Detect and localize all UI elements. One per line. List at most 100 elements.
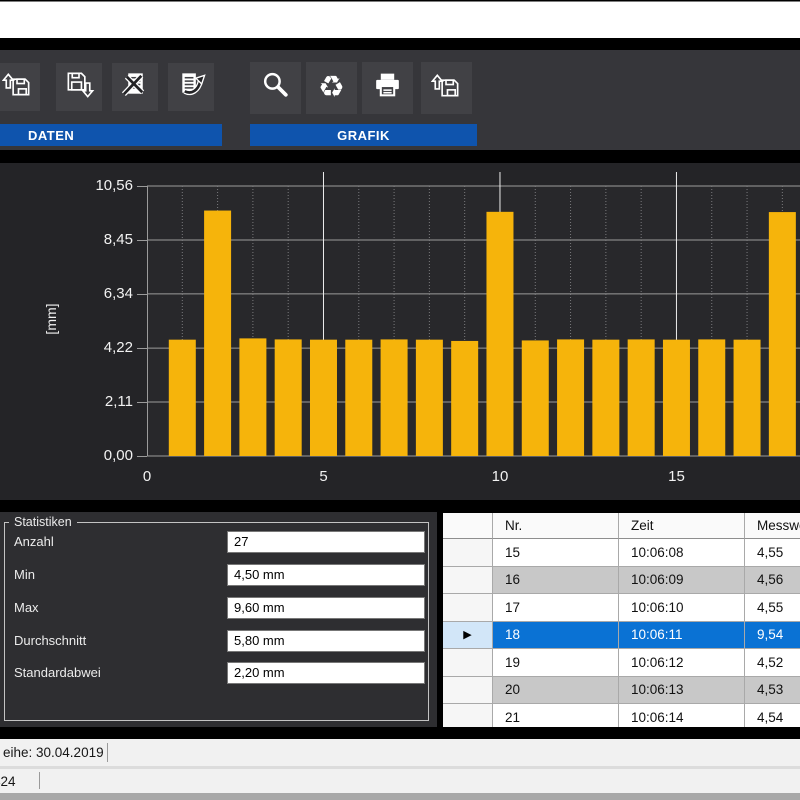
cell-messwert[interactable]: 4,55	[745, 539, 800, 567]
bar	[734, 340, 761, 456]
zoom-button[interactable]	[250, 62, 301, 114]
document-arrow-icon	[176, 69, 207, 105]
floppy-arrow-up-icon	[2, 69, 33, 105]
stat-label-max: Max	[14, 597, 39, 619]
floppy-arrow-up-icon	[431, 70, 462, 106]
stat-label-standardabwei: Standardabwei	[14, 662, 101, 684]
bar	[486, 212, 513, 456]
bar	[416, 340, 443, 456]
status-count-text: 424	[0, 769, 16, 793]
table-row[interactable]: 1510:06:084,55	[443, 539, 800, 567]
stat-label-min: Min	[14, 564, 35, 586]
cell-zeit[interactable]: 10:06:10	[619, 594, 745, 622]
bar	[557, 339, 584, 456]
stat-value-max[interactable]: 9,60 mm	[227, 597, 425, 619]
print-button[interactable]	[362, 62, 413, 114]
row-selector[interactable]	[443, 704, 493, 727]
stat-value-durchschnitt[interactable]: 5,80 mm	[227, 630, 425, 652]
y-axis-tick-label: 2,11	[71, 393, 133, 411]
cell-nr[interactable]: 17	[493, 594, 619, 622]
cell-nr[interactable]: 19	[493, 649, 619, 677]
document-x-icon	[120, 69, 151, 105]
bar	[345, 340, 372, 456]
refresh-button[interactable]: ♻	[306, 62, 357, 114]
cell-nr[interactable]: 20	[493, 677, 619, 705]
cell-messwert[interactable]: 4,53	[745, 677, 800, 705]
printer-icon	[371, 69, 404, 107]
table-row[interactable]: 2110:06:144,54	[443, 704, 800, 727]
cell-zeit[interactable]: 10:06:09	[619, 567, 745, 595]
table-row[interactable]: ▶1810:06:119,54	[443, 622, 800, 650]
bar	[522, 340, 549, 456]
statistics-legend: Statistiken	[9, 515, 77, 529]
save-graphic-button[interactable]	[421, 62, 472, 114]
chart-panel: [mm] 0,002,114,226,348,4510,56051015	[0, 163, 800, 500]
bar	[275, 339, 302, 456]
stat-value-min[interactable]: 4,50 mm	[227, 564, 425, 586]
cell-messwert[interactable]: 4,56	[745, 567, 800, 595]
x-axis-tick-label: 10	[478, 468, 522, 486]
y-axis-tick	[137, 456, 147, 457]
x-axis-tick-label: 5	[301, 468, 345, 486]
column-header-nr[interactable]: Nr.	[493, 513, 619, 539]
y-axis-tick	[137, 294, 147, 295]
floppy-arrow-down-icon	[64, 69, 95, 105]
bar	[169, 340, 196, 456]
grafik-group-label: GRAFIK	[337, 128, 390, 143]
y-axis-tick-label: 8,45	[71, 231, 133, 249]
save-data-button[interactable]	[56, 63, 102, 111]
bar	[239, 338, 266, 456]
cell-messwert[interactable]: 9,54	[745, 622, 800, 650]
row-selector[interactable]	[443, 649, 493, 677]
bar-chart-plot	[147, 172, 800, 457]
cell-messwert[interactable]: 4,52	[745, 649, 800, 677]
measurement-table: Nr.ZeitMesswe1510:06:084,551610:06:094,5…	[443, 513, 800, 727]
bar	[663, 340, 690, 456]
bar	[310, 340, 337, 456]
column-header-messwe[interactable]: Messwe	[745, 513, 800, 539]
column-header-zeit[interactable]: Zeit	[619, 513, 745, 539]
y-axis-tick	[137, 402, 147, 403]
cell-nr[interactable]: 15	[493, 539, 619, 567]
toolbar-group-grafik: GRAFIK	[250, 124, 477, 146]
cell-zeit[interactable]: 10:06:14	[619, 704, 745, 727]
row-selector-header	[443, 513, 493, 539]
status-separator	[39, 772, 40, 789]
export-data-button[interactable]	[168, 63, 214, 111]
table-row[interactable]: 1610:06:094,56	[443, 567, 800, 595]
cell-nr[interactable]: 21	[493, 704, 619, 727]
table-row[interactable]: 2010:06:134,53	[443, 677, 800, 705]
y-axis-tick-label: 0,00	[71, 447, 133, 465]
cell-nr[interactable]: 18	[493, 622, 619, 650]
cell-messwert[interactable]: 4,54	[745, 704, 800, 727]
current-row-indicator[interactable]: ▶	[443, 622, 493, 650]
row-selector[interactable]	[443, 594, 493, 622]
cell-zeit[interactable]: 10:06:11	[619, 622, 745, 650]
y-axis-tick	[137, 186, 147, 187]
delete-data-button[interactable]	[112, 63, 158, 111]
bar	[381, 339, 408, 456]
y-axis-tick	[137, 240, 147, 241]
cell-messwert[interactable]: 4,55	[745, 594, 800, 622]
cell-nr[interactable]: 16	[493, 567, 619, 595]
cell-zeit[interactable]: 10:06:13	[619, 677, 745, 705]
recycle-icon: ♻	[318, 73, 345, 103]
load-data-button[interactable]	[0, 63, 40, 111]
row-selector[interactable]	[443, 539, 493, 567]
bottom-edge-strip	[0, 793, 800, 800]
table-row[interactable]: 1910:06:124,52	[443, 649, 800, 677]
table-header-row: Nr.ZeitMesswe	[443, 513, 800, 539]
table-row[interactable]: 1710:06:104,55	[443, 594, 800, 622]
magnifier-icon	[259, 69, 292, 107]
row-selector[interactable]	[443, 567, 493, 595]
status-bar-series: eihe: 30.04.2019	[0, 739, 800, 766]
y-axis-tick-label: 6,34	[71, 285, 133, 303]
cell-zeit[interactable]: 10:06:08	[619, 539, 745, 567]
statistics-panel: Statistiken Anzahl27Min4,50 mmMax9,60 mm…	[0, 512, 437, 727]
top-white-strip	[0, 2, 800, 38]
measurement-app-window: { "toolbar": { "accent_color": "#0f54ad"…	[0, 0, 800, 800]
stat-value-standardabwei[interactable]: 2,20 mm	[227, 662, 425, 684]
cell-zeit[interactable]: 10:06:12	[619, 649, 745, 677]
stat-value-anzahl[interactable]: 27	[227, 531, 425, 553]
row-selector[interactable]	[443, 677, 493, 705]
